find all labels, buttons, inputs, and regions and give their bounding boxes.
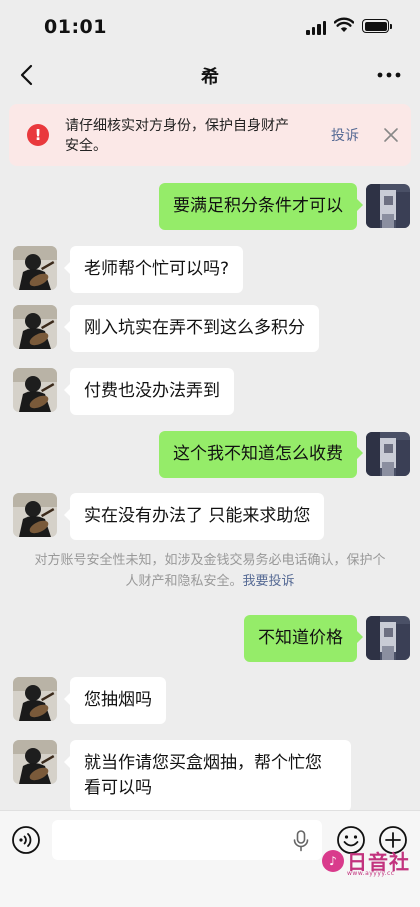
incoming-message-bubble[interactable]: 实在没有办法了 只能来求助您 [63, 493, 325, 540]
status-time: 01:01 [44, 16, 107, 38]
message-row: 付费也没办法弄到 [0, 368, 420, 415]
wifi-icon [334, 17, 354, 32]
voice-mode-icon[interactable] [11, 825, 41, 855]
system-safety-notice: 对方账号安全性未知，如涉及金钱交易务必电话确认，保护个人财产和隐私安全。我要投诉 [30, 550, 390, 592]
incoming-message-bubble[interactable]: 就当作请您买盒烟抽，帮个忙您看可以吗 [64, 740, 351, 810]
incoming-message-bubble[interactable]: 您抽烟吗 [64, 677, 166, 724]
watermark-url: www.ayyyy.cc [347, 870, 395, 877]
incoming-message-bubble[interactable]: 老师帮个忙可以吗? [63, 246, 244, 293]
security-warning-banner: ! 请仔细核实对方身份，保护自身财产安全。 投诉 [9, 104, 411, 166]
contact-avatar[interactable] [13, 677, 57, 721]
message-list[interactable]: 要满足积分条件才可以 老师帮个忙可以吗? 刚入坑实在弄不到这么多积分 付费也没办… [0, 166, 420, 810]
message-row: 您抽烟吗 [0, 677, 420, 724]
warning-text: 请仔细核实对方身份，保护自身财产安全。 [65, 118, 289, 154]
contact-avatar[interactable] [13, 493, 57, 537]
chat-header: 希 [0, 54, 420, 96]
message-row: 老师帮个忙可以吗? [0, 246, 420, 293]
message-row: 刚入坑实在弄不到这么多积分 [0, 305, 420, 352]
contact-avatar[interactable] [13, 740, 57, 784]
complaint-link[interactable]: 我要投诉 [243, 574, 295, 589]
my-avatar[interactable] [366, 432, 410, 476]
status-bar: 01:01 [0, 0, 420, 54]
message-row: 这个我不知道怎么收费 [0, 431, 420, 478]
outgoing-message-bubble[interactable]: 不知道价格 [244, 615, 363, 662]
my-avatar[interactable] [366, 184, 410, 228]
contact-avatar[interactable] [13, 305, 57, 349]
contact-avatar[interactable] [13, 246, 57, 290]
microphone-icon[interactable] [292, 830, 310, 852]
incoming-message-bubble[interactable]: 付费也没办法弄到 [64, 368, 234, 415]
outgoing-message-bubble[interactable]: 这个我不知道怎么收费 [159, 431, 363, 478]
message-row: 要满足积分条件才可以 [0, 183, 420, 230]
chat-title: 希 [201, 67, 219, 88]
message-text-input[interactable] [52, 820, 322, 860]
report-link[interactable]: 投诉 [331, 125, 359, 145]
my-avatar[interactable] [366, 616, 410, 660]
cellular-signal-icon [306, 21, 326, 35]
message-row: 不知道价格 [0, 615, 420, 662]
site-watermark: ♪ 日音社 www.ayyyy.cc [322, 846, 418, 878]
incoming-message-bubble[interactable]: 刚入坑实在弄不到这么多积分 [64, 305, 319, 352]
more-options-icon[interactable] [374, 66, 404, 84]
battery-icon [362, 19, 392, 33]
outgoing-message-bubble[interactable]: 要满足积分条件才可以 [159, 183, 363, 230]
system-notice-text: 对方账号安全性未知，如涉及金钱交易务必电话确认，保护个人财产和隐私安全。 [34, 553, 386, 589]
exclamation-icon: ! [27, 124, 49, 146]
message-row: 就当作请您买盒烟抽，帮个忙您看可以吗 [0, 740, 420, 810]
message-row: 实在没有办法了 只能来求助您 [0, 493, 420, 540]
contact-avatar[interactable] [13, 368, 57, 412]
close-icon[interactable] [382, 126, 400, 144]
music-note-icon: ♪ [322, 850, 344, 872]
